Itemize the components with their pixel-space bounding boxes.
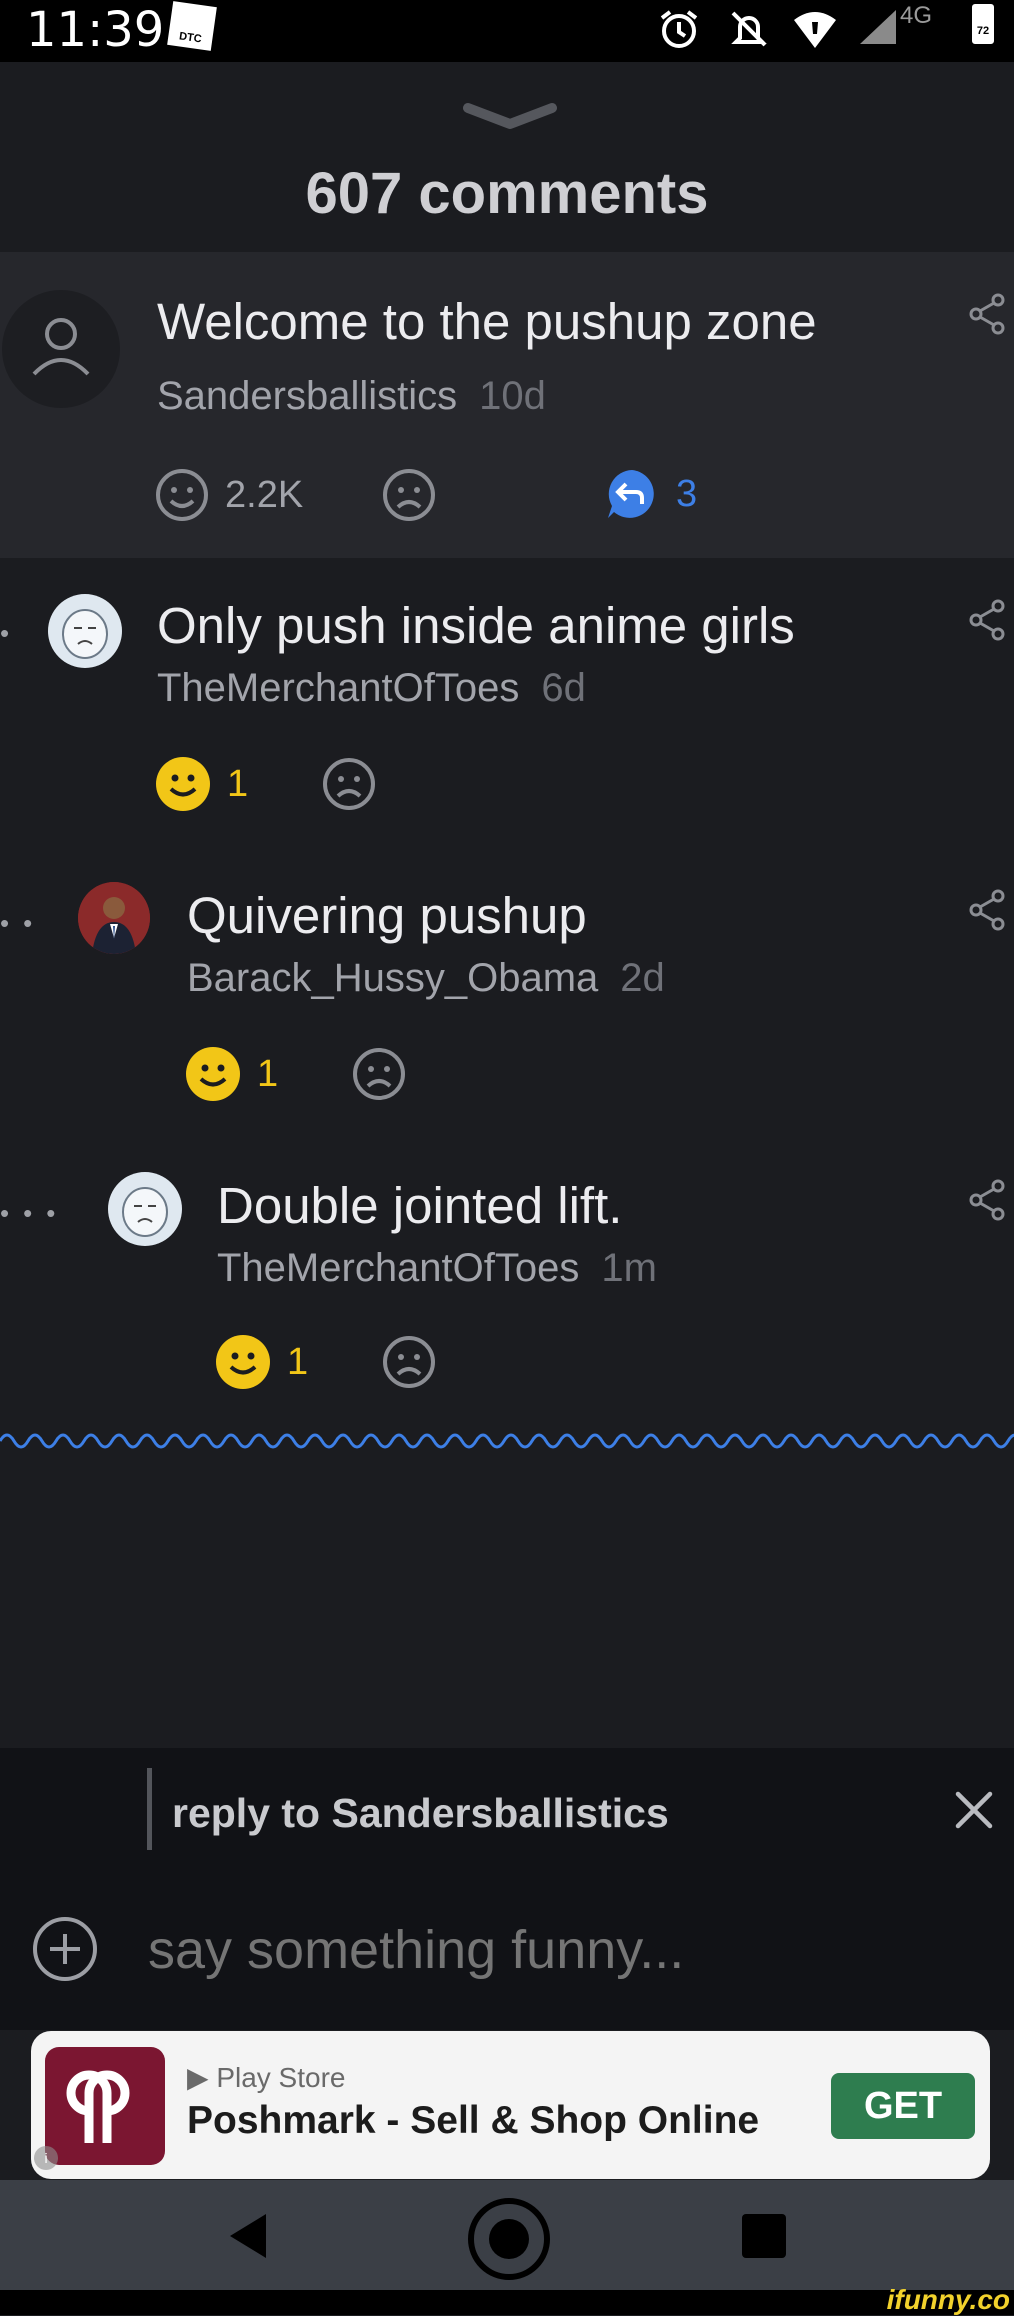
smile-count: 1 <box>227 762 249 805</box>
avatar[interactable] <box>108 1172 182 1246</box>
replies-button[interactable]: 3 <box>604 466 697 522</box>
comment-meta: TheMerchantOfToes 1m <box>217 1246 657 1291</box>
comment-text: Welcome to the pushup zone <box>157 293 817 350</box>
ad-title: Poshmark - Sell & Shop Online <box>187 2099 760 2142</box>
comment-text: Only push inside anime girls <box>157 597 795 654</box>
status-time: 11:39 <box>26 2 165 58</box>
smile-icon <box>156 469 208 521</box>
poshmark-logo <box>45 2047 165 2165</box>
svg-text:i: i <box>44 2150 47 2166</box>
comment-item[interactable]: • Only push inside anime girls TheMercha… <box>0 558 1014 848</box>
smile-button[interactable]: 1 <box>185 1046 278 1102</box>
comment-text: Double jointed lift. <box>217 1177 623 1234</box>
smile-filled-icon <box>186 1047 240 1101</box>
reply-quote-bar <box>147 1768 152 1850</box>
smile-filled-icon <box>216 1335 270 1389</box>
play-store-icon: ▶ <box>187 2062 217 2093</box>
thread-depth-dots: •• <box>0 908 47 938</box>
comment-author[interactable]: Barack_Hussy_Obama <box>187 956 598 1000</box>
add-attachment-icon[interactable] <box>32 1916 98 1982</box>
signal-icon <box>860 10 896 44</box>
ad-info-icon[interactable]: i <box>31 2143 61 2173</box>
rage-face-icon <box>62 609 108 659</box>
comment-text: Quivering pushup <box>187 887 587 944</box>
reply-composer: reply to Sandersballistics <box>0 1748 1014 2030</box>
smile-button[interactable]: 1 <box>215 1334 308 1390</box>
smile-count: 1 <box>257 1052 279 1095</box>
comment-item[interactable]: ••• Double jointed lift. TheMerchantOfTo… <box>0 1138 1014 1428</box>
comment-input[interactable] <box>146 1918 930 1982</box>
comment-age: 6d <box>541 666 586 710</box>
share-icon[interactable] <box>968 888 1006 932</box>
thread-depth-dots: ••• <box>0 1198 70 1228</box>
avatar[interactable] <box>48 594 122 668</box>
network-type: 4G <box>900 2 933 29</box>
battery-icon: 72 <box>972 4 994 44</box>
smile-count: 2.2K <box>225 473 304 516</box>
comment-author[interactable]: TheMerchantOfToes <box>217 1246 579 1290</box>
smile-button[interactable]: 2.2K <box>155 468 303 522</box>
reply-bubble-icon <box>608 470 654 518</box>
comment-meta: TheMerchantOfToes 6d <box>157 666 586 711</box>
status-bar: 11:39 DTC 4G 72 <box>0 0 1014 62</box>
home-icon[interactable] <box>466 2196 552 2282</box>
rage-face-icon <box>122 1187 168 1237</box>
unsmile-button[interactable] <box>322 757 376 811</box>
comments-header: 607 comments <box>0 62 1014 252</box>
unsmile-button[interactable] <box>382 1335 436 1389</box>
comment-item[interactable]: •• Quivering pushup Barack_Hussy_Obama 2d… <box>0 848 1014 1138</box>
back-icon[interactable] <box>222 2210 274 2262</box>
bottom-strip <box>0 2290 1014 2315</box>
thread-depth-dots: • <box>0 618 24 648</box>
get-button[interactable]: GET <box>831 2073 975 2139</box>
user-placeholder-icon <box>32 318 90 376</box>
mute-icon <box>731 11 767 47</box>
ad-banner[interactable]: i ▶ Play Store Poshmark - Sell & Shop On… <box>31 2031 990 2179</box>
ad-store-name: Play Store <box>216 2062 346 2093</box>
recents-icon[interactable] <box>740 2212 788 2260</box>
unsmile-button[interactable] <box>382 468 436 522</box>
thread-end-divider <box>0 1433 1014 1449</box>
poshmark-logo-icon <box>66 2070 130 2143</box>
alarm-icon <box>660 10 698 48</box>
comment-author[interactable]: Sandersballistics <box>157 374 457 418</box>
smile-filled-icon <box>156 757 210 811</box>
wifi-icon <box>794 12 836 48</box>
close-icon[interactable] <box>952 1788 996 1832</box>
smile-button[interactable]: 1 <box>155 756 248 812</box>
comment-age: 10d <box>479 374 546 418</box>
unsmile-button[interactable] <box>352 1047 406 1101</box>
comment-age: 2d <box>620 956 665 1000</box>
reply-target-label: reply to Sandersballistics <box>172 1790 669 1836</box>
dtc-app-icon: DTC <box>167 1 217 51</box>
smile-count: 1 <box>287 1340 309 1383</box>
share-icon[interactable] <box>968 598 1006 642</box>
portrait-avatar-icon <box>78 882 150 954</box>
comment-meta: Barack_Hussy_Obama 2d <box>187 956 665 1001</box>
reply-count: 3 <box>676 472 698 515</box>
comment-age: 1m <box>601 1246 657 1290</box>
collapse-chevron-icon[interactable] <box>460 100 560 134</box>
share-icon[interactable] <box>968 1178 1006 1222</box>
comment-count: 607 comments <box>305 161 709 226</box>
comment-meta: Sandersballistics 10d <box>157 374 546 419</box>
avatar[interactable] <box>78 882 150 954</box>
comment-author[interactable]: TheMerchantOfToes <box>157 666 519 710</box>
system-nav-bar <box>0 2180 1014 2290</box>
highlighted-comment[interactable]: Welcome to the pushup zone Sandersballis… <box>0 252 1014 558</box>
ad-store-label: ▶ Play Store <box>187 2061 345 2094</box>
share-icon[interactable] <box>968 292 1006 336</box>
ifunny-watermark: ifunny.co <box>886 2284 1010 2315</box>
avatar[interactable] <box>2 290 120 408</box>
